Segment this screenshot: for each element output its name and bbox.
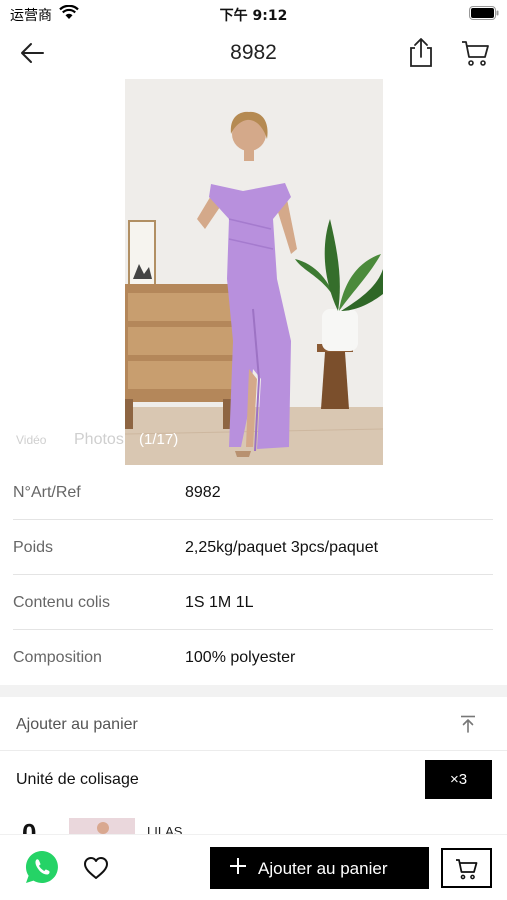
packing-unit-label: Unité de colisage: [16, 771, 139, 788]
spec-row-weight: Poids 2,25kg/paquet 3pcs/paquet: [13, 520, 493, 575]
packing-unit-row: Unité de colisage ×3: [0, 752, 507, 806]
product-photo[interactable]: [125, 79, 383, 465]
header: 8982: [0, 28, 507, 78]
view-cart-button[interactable]: [441, 848, 492, 888]
spec-value: 8982: [185, 484, 221, 501]
spec-label: Composition: [13, 649, 102, 666]
variant-thumbnail[interactable]: [69, 818, 135, 834]
spec-row-ref: N°Art/Ref 8982: [13, 465, 493, 520]
add-to-cart-label: Ajouter au panier: [258, 859, 388, 878]
spec-label: Contenu colis: [13, 594, 110, 611]
pack-multiplier-button[interactable]: ×3: [425, 760, 492, 799]
spec-value: 100% polyester: [185, 649, 296, 666]
bottom-action-bar: Ajouter au panier: [0, 834, 507, 900]
battery-icon: [469, 6, 499, 20]
clock: 下午 9:12: [219, 8, 288, 24]
spec-value: 2,25kg/paquet 3pcs/paquet: [185, 539, 379, 556]
tab-video[interactable]: Vidéo: [16, 433, 46, 447]
cart-icon: [456, 859, 478, 880]
spec-label: N°Art/Ref: [13, 484, 81, 501]
variant-quantity[interactable]: 0: [22, 818, 36, 834]
plus-icon: [230, 858, 246, 874]
section-divider: [0, 685, 507, 697]
section-title: Ajouter au panier: [16, 716, 138, 733]
collapse-up-icon[interactable]: [458, 714, 478, 734]
photo-counter: (1/17): [139, 431, 179, 448]
variant-color-name: LILAS: [147, 824, 183, 834]
product-photo-illustration: [125, 79, 383, 465]
cart-icon[interactable]: [460, 38, 490, 68]
product-specs: N°Art/Ref 8982 Poids 2,25kg/paquet 3pcs/…: [13, 465, 493, 685]
spec-row-package-contents: Contenu colis 1S 1M 1L: [13, 575, 493, 630]
spec-value: 1S 1M 1L: [185, 594, 254, 611]
favorite-heart-icon[interactable]: [82, 855, 110, 881]
status-bar: 运营商 下午 9:12: [0, 0, 507, 28]
spec-label: Poids: [13, 539, 54, 556]
tab-photos[interactable]: Photos: [74, 431, 124, 449]
whatsapp-icon[interactable]: [24, 849, 60, 885]
share-icon[interactable]: [406, 36, 436, 68]
variant-row: 0 LILAS: [0, 806, 507, 834]
add-to-cart-button[interactable]: Ajouter au panier: [210, 847, 429, 889]
add-to-cart-section-header: Ajouter au panier: [0, 697, 507, 751]
spec-row-composition: Composition 100% polyester: [13, 630, 493, 685]
